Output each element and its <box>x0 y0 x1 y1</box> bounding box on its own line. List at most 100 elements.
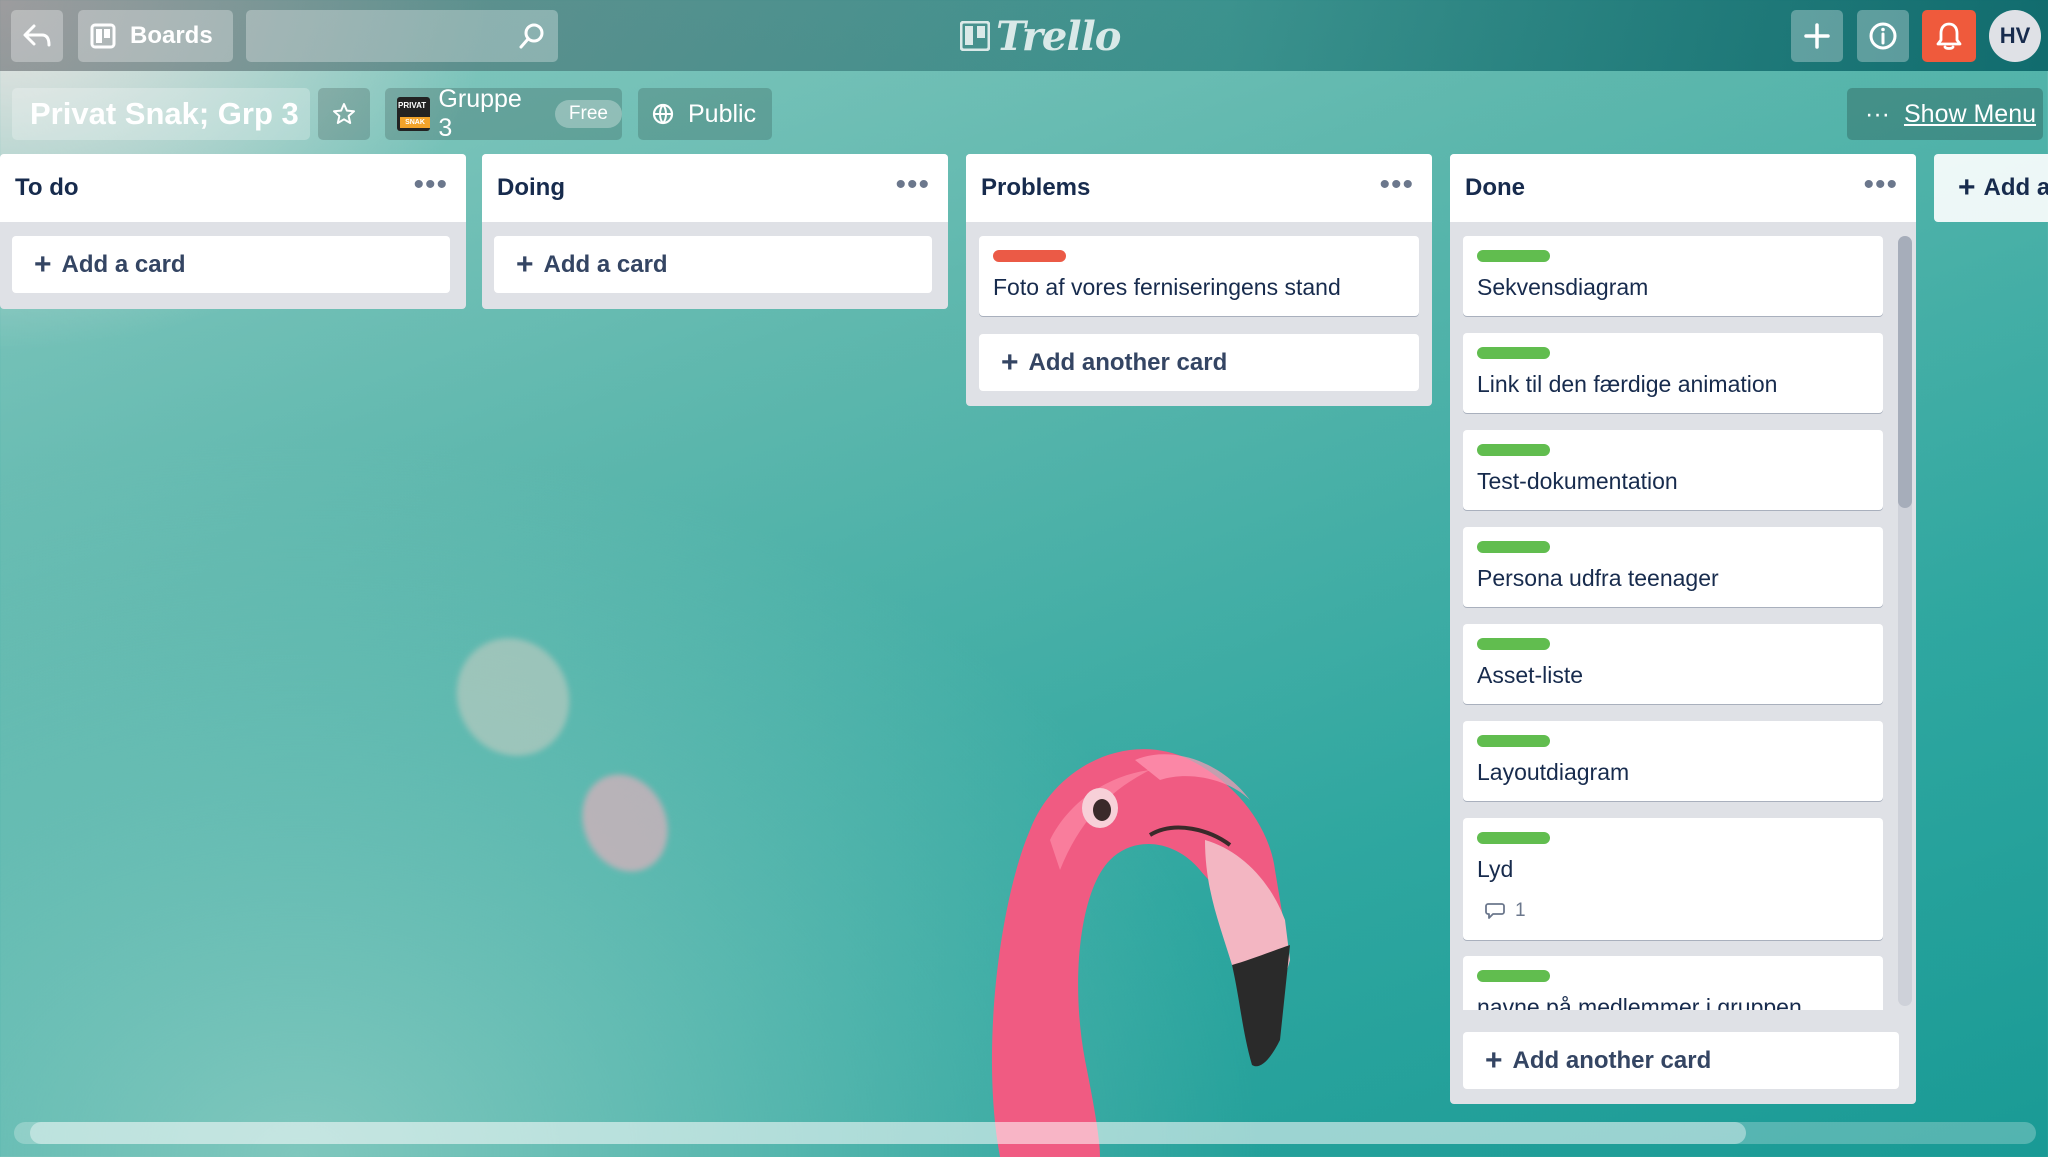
list-done: Done ••• Sekvensdiagram Link til den fær… <box>1450 154 1916 1104</box>
plus-icon: + <box>34 247 52 281</box>
add-card-label: Add a card <box>543 250 668 278</box>
card-label <box>1477 250 1550 262</box>
card-title: Link til den færdige animation <box>1477 371 1778 397</box>
add-card-label: Add a card <box>61 250 186 278</box>
card-label <box>1477 832 1550 844</box>
card[interactable]: Link til den færdige animation <box>1463 333 1883 413</box>
scrollbar-thumb[interactable] <box>30 1122 1746 1144</box>
globe-icon <box>652 103 674 125</box>
plus-icon: + <box>516 247 534 281</box>
card-title: Foto af vores ferniseringens stand <box>993 274 1341 300</box>
list-title[interactable]: Doing <box>497 174 565 202</box>
card-label <box>1477 541 1550 553</box>
list-scrollbar[interactable] <box>1898 236 1912 1006</box>
team-logo: PRIVAT SNAK <box>397 97 431 131</box>
card[interactable]: Test-dokumentation <box>1463 430 1883 510</box>
card-label <box>1477 970 1550 982</box>
card-title: Lyd <box>1477 856 1514 882</box>
boards-label: Boards <box>130 22 213 49</box>
card-label <box>1477 638 1550 650</box>
plus-icon <box>1804 23 1830 49</box>
back-icon <box>23 24 51 47</box>
card-label <box>993 250 1066 262</box>
comment-icon <box>1485 903 1505 919</box>
list-doing: Doing ••• + Add a card <box>482 154 948 309</box>
lens-flare <box>435 617 591 777</box>
list-title[interactable]: Problems <box>981 174 1090 202</box>
trello-logo[interactable]: Trello <box>960 12 1121 60</box>
plus-icon: + <box>1485 1043 1503 1077</box>
card[interactable]: Layoutdiagram <box>1463 721 1883 801</box>
info-button[interactable] <box>1857 10 1909 62</box>
list-menu-icon[interactable]: ••• <box>1863 168 1898 202</box>
card[interactable]: Sekvensdiagram <box>1463 236 1883 316</box>
show-menu-button[interactable]: ··· Show Menu <box>1847 88 2043 140</box>
visibility-label: Public <box>688 99 757 128</box>
back-button[interactable] <box>11 10 63 62</box>
add-card-button[interactable]: + Add a card <box>12 236 450 293</box>
user-avatar[interactable]: HV <box>1989 10 2041 62</box>
plus-icon: + <box>1958 171 1976 204</box>
list-menu-icon[interactable]: ••• <box>1379 168 1414 202</box>
add-list-label: Add a <box>1983 174 2048 201</box>
board-scrollbar[interactable] <box>14 1122 2036 1144</box>
comment-badge: 1 <box>1485 900 1526 922</box>
card[interactable]: navne på medlemmer i gruppen <box>1463 956 1883 1010</box>
card[interactable]: Lyd 1 <box>1463 818 1883 940</box>
list-header[interactable]: Done ••• <box>1450 154 1916 222</box>
notifications-button[interactable] <box>1922 10 1976 62</box>
search-icon <box>519 23 544 49</box>
board-title[interactable]: Privat Snak; Grp 3 <box>12 88 310 140</box>
list-menu-icon[interactable]: ••• <box>413 168 448 202</box>
list-menu-icon[interactable]: ••• <box>895 168 930 202</box>
add-list-button[interactable]: + Add a <box>1934 154 2048 222</box>
plan-badge: Free <box>554 100 622 128</box>
card-title: Layoutdiagram <box>1477 759 1630 785</box>
boards-button[interactable]: Boards <box>78 10 233 62</box>
add-card-button[interactable]: + Add another card <box>979 334 1419 391</box>
team-name: Gruppe 3 <box>438 85 522 142</box>
trello-wordmark: Trello <box>996 12 1121 60</box>
card-label <box>1477 735 1550 747</box>
team-logo-text-bottom: SNAK <box>400 117 430 128</box>
list-problems: Problems ••• Foto af vores ferniseringen… <box>966 154 1432 406</box>
bell-icon <box>1936 22 1962 50</box>
create-button[interactable] <box>1791 10 1843 62</box>
add-card-label: Add another card <box>1512 1046 1712 1074</box>
comment-count: 1 <box>1515 900 1526 921</box>
card-label <box>1477 444 1550 456</box>
list-to-do: To do ••• + Add a card <box>0 154 466 309</box>
list-header[interactable]: Problems ••• <box>966 154 1432 222</box>
card-label <box>1477 347 1550 359</box>
scrollbar-thumb[interactable] <box>1898 236 1912 508</box>
show-menu-label: Show Menu <box>1903 99 2037 128</box>
list-title[interactable]: Done <box>1465 174 1525 202</box>
lens-flare <box>566 760 684 886</box>
card-title: navne på medlemmer i gruppen <box>1477 994 1802 1010</box>
card[interactable]: Asset-liste <box>1463 624 1883 704</box>
add-card-button[interactable]: + Add another card <box>1463 1032 1899 1089</box>
search-input[interactable] <box>246 10 558 62</box>
card-title: Sekvensdiagram <box>1477 274 1649 300</box>
team-logo-text-top: PRIVAT <box>398 101 427 110</box>
more-icon: ··· <box>1865 99 1890 128</box>
card[interactable]: Foto af vores ferniseringens stand <box>979 236 1419 316</box>
card-title: Test-dokumentation <box>1477 468 1678 494</box>
card[interactable]: Persona udfra teenager <box>1463 527 1883 607</box>
plus-icon: + <box>1001 345 1019 379</box>
card-title: Asset-liste <box>1477 662 1584 688</box>
card-title: Persona udfra teenager <box>1477 565 1719 591</box>
team-button[interactable]: PRIVAT SNAK Gruppe 3 Free <box>385 85 622 142</box>
boards-icon <box>90 23 116 49</box>
star-board-button[interactable] <box>318 88 370 140</box>
list-title[interactable]: To do <box>15 174 79 202</box>
list-header[interactable]: Doing ••• <box>482 154 948 222</box>
add-card-button[interactable]: + Add a card <box>494 236 932 293</box>
visibility-button[interactable]: Public <box>638 88 772 140</box>
trello-logo-icon <box>960 21 990 51</box>
card-list: Sekvensdiagram Link til den færdige anim… <box>1450 222 1916 1010</box>
list-header[interactable]: To do ••• <box>0 154 466 222</box>
flamingo-background-image <box>991 749 1290 1157</box>
add-card-label: Add another card <box>1028 348 1228 376</box>
star-icon <box>333 103 355 124</box>
